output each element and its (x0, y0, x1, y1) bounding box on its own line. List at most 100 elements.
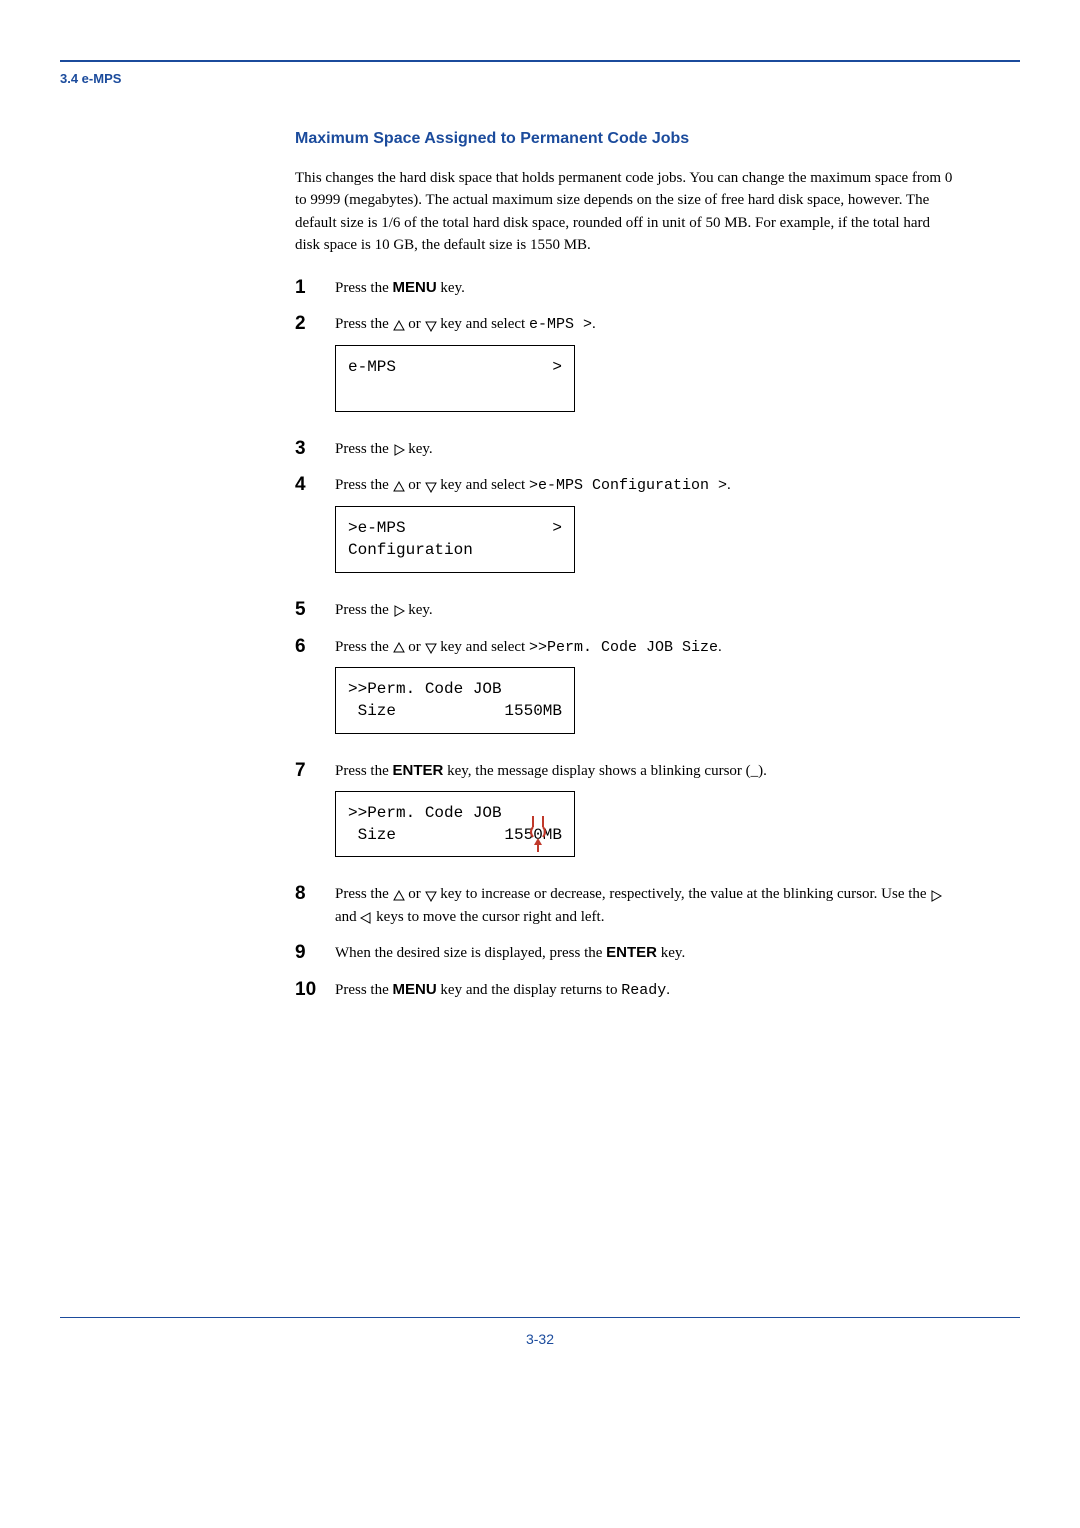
text: key and the display returns to (437, 982, 622, 998)
text: or (405, 477, 425, 493)
text: Press the (335, 639, 393, 655)
step-6: 6 Press the or key and select >>Perm. Co… (295, 636, 955, 660)
lcd-text: >>Perm. Code JOB (348, 678, 562, 700)
triangle-down-icon (425, 637, 437, 660)
lcd-display-1: e-MPS > (335, 345, 575, 412)
triangle-right-icon (393, 600, 405, 623)
lcd-display-3: >>Perm. Code JOB Size 1550MB (335, 667, 575, 734)
triangle-up-icon (393, 314, 405, 337)
text: or (405, 639, 425, 655)
text: . (666, 982, 670, 998)
page-number: 3-32 (60, 1330, 1020, 1350)
text: . (727, 477, 731, 493)
step-7: 7 Press the ENTER key, the message displ… (295, 760, 955, 783)
bottom-rule (60, 1317, 1020, 1318)
step-number: 5 (295, 599, 335, 622)
text: Press the (335, 886, 393, 902)
text: key. (405, 441, 433, 457)
triangle-left-icon (360, 907, 372, 930)
step-9: 9 When the desired size is displayed, pr… (295, 942, 955, 965)
text: key. (657, 945, 685, 961)
lcd-text: Configuration (348, 539, 562, 561)
step-3: 3 Press the key. (295, 438, 955, 461)
text: or (405, 316, 425, 332)
lcd-text: 1550MB (504, 700, 562, 722)
content-area: Maximum Space Assigned to Permanent Code… (295, 128, 955, 1003)
step-2: 2 Press the or key and select e-MPS >. (295, 313, 955, 337)
step-text: Press the MENU key and the display retur… (335, 979, 955, 1003)
step-number: 2 (295, 313, 335, 337)
step-10: 10 Press the MENU key and the display re… (295, 979, 955, 1003)
key-name: ENTER (606, 944, 657, 961)
text: Press the (335, 280, 393, 296)
triangle-down-icon (425, 475, 437, 498)
step-number: 10 (295, 979, 335, 1003)
text: key to increase or decrease, respectivel… (437, 886, 931, 902)
lcd-text: > (552, 356, 562, 378)
lcd-text: Size (348, 824, 396, 846)
step-number: 1 (295, 277, 335, 300)
step-text: Press the or key and select >e-MPS Confi… (335, 474, 955, 498)
code-text: >e-MPS Configuration > (529, 477, 727, 494)
step-number: 3 (295, 438, 335, 461)
step-number: 6 (295, 636, 335, 660)
page-heading: Maximum Space Assigned to Permanent Code… (295, 128, 955, 150)
step-number: 7 (295, 760, 335, 783)
text: Press the (335, 602, 393, 618)
triangle-down-icon (425, 884, 437, 907)
text: When the desired size is displayed, pres… (335, 945, 606, 961)
text: Press the (335, 441, 393, 457)
step-number: 4 (295, 474, 335, 498)
lcd-text: e-MPS (348, 356, 396, 378)
key-name: MENU (393, 981, 437, 998)
key-name: ENTER (393, 762, 444, 779)
code-text: Ready (621, 982, 666, 999)
code-text: >>Perm. Code JOB Size (529, 639, 718, 656)
text: key and select (437, 316, 529, 332)
step-text: Press the ENTER key, the message display… (335, 760, 955, 783)
section-label: 3.4 e-MPS (60, 70, 1020, 88)
triangle-right-icon (393, 439, 405, 462)
text: and (335, 909, 360, 925)
step-text: Press the or key and select e-MPS >. (335, 313, 955, 337)
lcd-text: Size (348, 700, 396, 722)
step-text: Press the or key to increase or decrease… (335, 883, 955, 928)
text: key, the message display shows a blinkin… (443, 763, 767, 779)
text: key and select (437, 639, 529, 655)
code-text: e-MPS > (529, 316, 592, 333)
step-text: Press the key. (335, 438, 955, 461)
step-text: Press the key. (335, 599, 955, 622)
top-rule (60, 60, 1020, 62)
triangle-up-icon (393, 637, 405, 660)
text: key. (405, 602, 433, 618)
lcd-display-2: >e-MPS > Configuration (335, 506, 575, 573)
text: or (405, 886, 425, 902)
step-5: 5 Press the key. (295, 599, 955, 622)
triangle-up-icon (393, 884, 405, 907)
triangle-right-icon (930, 884, 942, 907)
text: keys to move the cursor right and left. (372, 909, 604, 925)
text: Press the (335, 477, 393, 493)
text: Press the (335, 982, 393, 998)
triangle-up-icon (393, 475, 405, 498)
step-1: 1 Press the MENU key. (295, 277, 955, 300)
text: Press the (335, 763, 393, 779)
triangle-down-icon (425, 314, 437, 337)
step-text: When the desired size is displayed, pres… (335, 942, 955, 965)
step-text: Press the MENU key. (335, 277, 955, 300)
text: . (592, 316, 596, 332)
intro-paragraph: This changes the hard disk space that ho… (295, 167, 955, 257)
text: key. (437, 280, 465, 296)
cursor-indicator-icon (529, 816, 547, 854)
step-number: 8 (295, 883, 335, 928)
step-4: 4 Press the or key and select >e-MPS Con… (295, 474, 955, 498)
text: key and select (437, 477, 529, 493)
lcd-text: > (552, 517, 562, 539)
lcd-display-4: >>Perm. Code JOB Size1550MB (335, 791, 575, 858)
lcd-cursor-char: 0 (533, 826, 543, 844)
lcd-text: >e-MPS (348, 517, 406, 539)
text: Press the (335, 316, 393, 332)
text: . (718, 639, 722, 655)
step-8: 8 Press the or key to increase or decrea… (295, 883, 955, 928)
step-number: 9 (295, 942, 335, 965)
